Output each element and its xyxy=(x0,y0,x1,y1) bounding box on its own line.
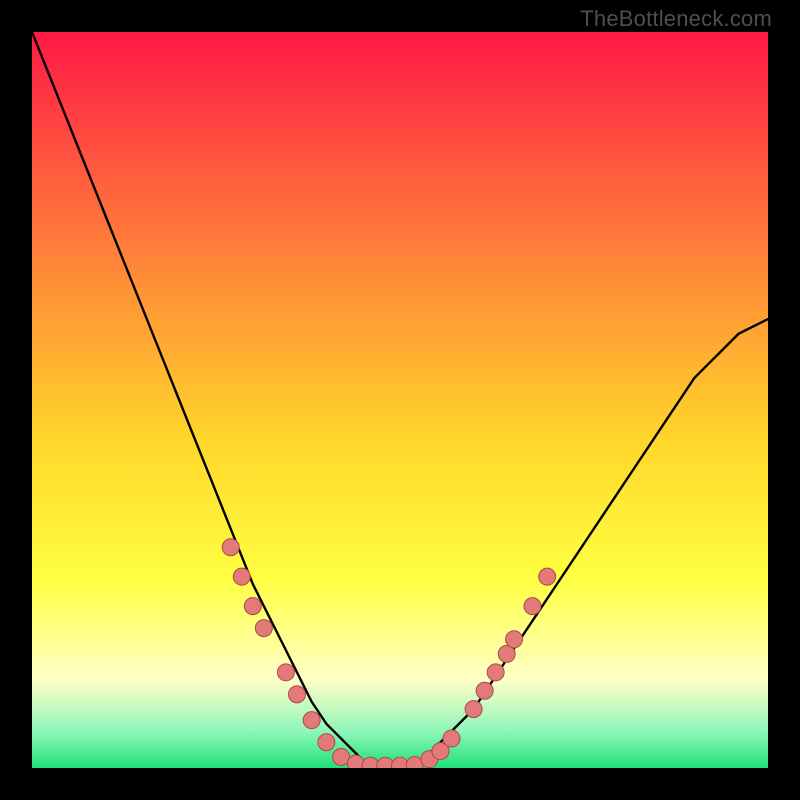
data-dot xyxy=(288,686,305,703)
data-dot xyxy=(443,730,460,747)
data-dot xyxy=(255,620,272,637)
data-dot xyxy=(222,539,239,556)
watermark-text: TheBottleneck.com xyxy=(580,6,772,32)
chart-frame: TheBottleneck.com xyxy=(0,0,800,800)
data-dot xyxy=(277,664,294,681)
data-dot xyxy=(303,712,320,729)
data-dot xyxy=(244,598,261,615)
data-dot xyxy=(487,664,504,681)
bottleneck-chart xyxy=(32,32,768,768)
data-dot xyxy=(476,682,493,699)
data-dot xyxy=(539,568,556,585)
data-dot xyxy=(318,734,335,751)
gradient-background xyxy=(32,32,768,768)
plot-area xyxy=(32,32,768,768)
data-dot xyxy=(524,598,541,615)
data-dot xyxy=(465,701,482,718)
data-dot xyxy=(506,631,523,648)
data-dot xyxy=(233,568,250,585)
